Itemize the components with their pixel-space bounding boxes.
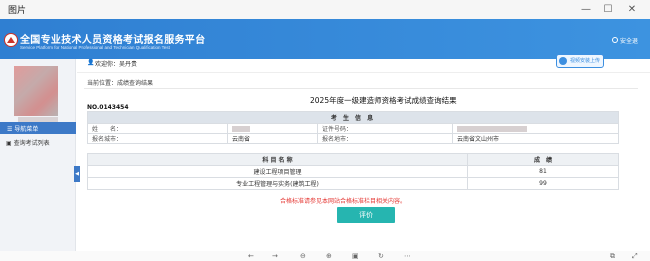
subject-header: 科 目 名 称 <box>87 153 468 166</box>
video-camera-icon <box>559 57 567 65</box>
close-button[interactable]: ✕ <box>622 0 642 19</box>
exit-icon[interactable] <box>612 37 618 43</box>
blurred-id-number <box>457 125 527 132</box>
expand-icon[interactable]: ⤢ <box>632 252 638 261</box>
copy-icon[interactable]: ⧉ <box>610 252 615 261</box>
avatar <box>14 66 58 116</box>
sidebar-collapse-toggle[interactable]: ◀ <box>74 166 80 182</box>
fit-icon[interactable]: ▣ <box>352 252 359 260</box>
zoom-out-icon[interactable]: ⊖ <box>300 252 306 260</box>
city-label: 报名城市： <box>87 133 228 144</box>
more-icon[interactable]: ⋯ <box>404 252 411 260</box>
breadcrumb: 当前位置：成绩查询结果 <box>87 80 154 87</box>
nav-menu-label: ☰ 导航菜单 <box>7 126 39 133</box>
score-header: 成 绩 <box>467 153 619 166</box>
evaluate-button[interactable]: 评价 <box>337 207 395 223</box>
subject-cell: 专业工程管理与实务(建筑工程) <box>87 177 468 190</box>
name-label: 姓 名： <box>87 123 228 134</box>
area-value: 云南省文山州市 <box>452 133 619 144</box>
table-row: 建设工程项目管理 81 <box>87 165 619 178</box>
certificate-number: NO.0143454 <box>87 104 129 111</box>
window-titlebar <box>0 0 650 19</box>
viewer-toolbar <box>0 251 650 261</box>
site-subtitle: Service Platform for National Profession… <box>20 45 170 50</box>
area-label: 报名地市： <box>317 133 453 144</box>
city-value: 云南省 <box>227 133 318 144</box>
rotate-icon[interactable]: ↻ <box>378 252 384 260</box>
table-row: 专业工程管理与实务(建筑工程) 99 <box>87 177 619 190</box>
sidebar-item-label: 查询考试列表 <box>13 140 50 147</box>
score-table: 科 目 名 称 成 绩 建设工程项目管理 81 专业工程管理与实务(建筑工程) … <box>87 153 619 190</box>
candidate-section-title: 考 生 信 息 <box>87 111 619 124</box>
divider <box>84 88 638 89</box>
score-cell: 99 <box>467 177 619 190</box>
next-icon[interactable]: → <box>272 252 278 260</box>
video-upload-label: 视频安装上传 <box>570 58 601 64</box>
zoom-in-icon[interactable]: ⊕ <box>326 252 332 260</box>
id-value <box>452 123 619 134</box>
id-label: 证件号码： <box>317 123 453 134</box>
window-title: 图片 <box>8 6 27 16</box>
name-value <box>227 123 318 134</box>
welcome-text: 欢迎你：吴丹贵 <box>95 61 138 68</box>
pass-standard-notice: 合格标准请参见本网站合格标准栏目相关内容。 <box>280 198 407 205</box>
sidebar-item-query-exams[interactable]: ▣ 查询考试列表 <box>6 138 50 147</box>
user-icon: 👤 <box>87 59 95 66</box>
prev-icon[interactable]: ← <box>248 252 254 260</box>
candidate-info-table: 考 生 信 息 姓 名： 证件号码： 报名城市： 云南省 报名地市： 云南省文山… <box>87 111 619 144</box>
score-cell: 81 <box>467 165 619 178</box>
subject-cell: 建设工程项目管理 <box>87 165 468 178</box>
maximize-button[interactable]: ☐ <box>598 0 618 19</box>
blurred-name <box>232 125 250 132</box>
safe-exit-link[interactable]: 安全退 <box>620 36 638 45</box>
site-title: 全国专业技术人员资格考试报名服务平台 <box>20 35 206 46</box>
page-title: 2025年度一级建造师资格考试成绩查询结果 <box>310 96 457 105</box>
minimize-button[interactable]: — <box>576 0 596 19</box>
